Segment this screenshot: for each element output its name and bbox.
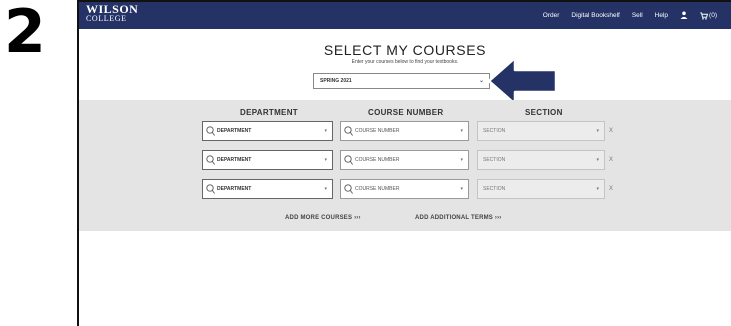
nav-digital-bookshelf[interactable]: Digital Bookshelf (571, 12, 619, 19)
cart-button[interactable]: (0) (700, 12, 717, 20)
remove-row-button-1[interactable]: X (609, 128, 613, 134)
nav-order[interactable]: Order (543, 12, 560, 19)
chevron-down-icon: ▾ (596, 157, 599, 163)
wilson-college-logo[interactable]: WILSON COLLEGE (86, 2, 139, 23)
course-number-placeholder: COURSE NUMBER (355, 186, 400, 192)
add-more-courses-link[interactable]: ADD MORE COURSES ››› (285, 215, 361, 221)
top-navbar: WILSON COLLEGE Order Digital Bookshelf S… (79, 2, 731, 29)
course-number-select-1[interactable]: COURSE NUMBER ▾ (340, 121, 469, 141)
cart-icon (700, 12, 709, 20)
department-select-1[interactable]: DEPARTMENT ▾ (202, 121, 333, 141)
department-placeholder: DEPARTMENT (217, 128, 252, 134)
section-select-2[interactable]: SECTION ▾ (477, 150, 605, 170)
section-placeholder: SECTION (483, 157, 506, 163)
course-number-select-2[interactable]: COURSE NUMBER ▾ (340, 150, 469, 170)
chevron-down-icon: ▾ (324, 186, 327, 192)
cart-count: (0) (709, 12, 717, 19)
chevron-down-icon: ▾ (460, 186, 463, 192)
term-value: SPRING 2021 (320, 78, 352, 84)
section-placeholder: SECTION (483, 186, 506, 192)
column-header-section: SECTION (525, 108, 563, 117)
chevron-down-icon: ▾ (596, 128, 599, 134)
nav-sell[interactable]: Sell (632, 12, 643, 19)
nav-help[interactable]: Help (655, 12, 668, 19)
page-subtitle: Enter your courses below to find your te… (351, 59, 459, 65)
course-number-placeholder: COURSE NUMBER (355, 157, 400, 163)
chevron-down-icon: ▾ (460, 128, 463, 134)
chevron-down-icon: ▾ (460, 157, 463, 163)
department-placeholder: DEPARTMENT (217, 157, 252, 163)
department-select-2[interactable]: DEPARTMENT ▾ (202, 150, 333, 170)
nav-links: Order Digital Bookshelf Sell Help (0) (543, 2, 717, 29)
chevron-down-icon: ▾ (324, 157, 327, 163)
course-number-select-3[interactable]: COURSE NUMBER ▾ (340, 179, 469, 199)
department-select-3[interactable]: DEPARTMENT ▾ (202, 179, 333, 199)
search-icon (206, 126, 215, 136)
step-number: 2 (4, 0, 46, 67)
department-placeholder: DEPARTMENT (217, 186, 252, 192)
logo-line1: WILSON (86, 2, 139, 16)
chevron-down-icon: ▾ (324, 128, 327, 134)
chevron-down-icon: ▾ (596, 186, 599, 192)
remove-row-button-3[interactable]: X (609, 186, 613, 192)
add-additional-terms-link[interactable]: ADD ADDITIONAL TERMS ››› (415, 215, 501, 221)
page-title: SELECT MY COURSES (323, 42, 487, 58)
column-header-department: DEPARTMENT (240, 108, 298, 117)
column-header-course-number: COURSE NUMBER (368, 108, 444, 117)
section-placeholder: SECTION (483, 128, 506, 134)
chevron-down-icon: ⌄ (478, 78, 484, 84)
search-icon (206, 184, 215, 194)
section-select-1[interactable]: SECTION ▾ (477, 121, 605, 141)
search-icon (344, 126, 353, 136)
course-number-placeholder: COURSE NUMBER (355, 128, 400, 134)
search-icon (206, 155, 215, 165)
search-icon (344, 155, 353, 165)
term-select[interactable]: SPRING 2021 ⌄ (313, 73, 490, 89)
user-icon[interactable] (680, 11, 688, 21)
section-select-3[interactable]: SECTION ▾ (477, 179, 605, 199)
remove-row-button-2[interactable]: X (609, 157, 613, 163)
browser-frame: WILSON COLLEGE Order Digital Bookshelf S… (77, 0, 731, 326)
search-icon (344, 184, 353, 194)
